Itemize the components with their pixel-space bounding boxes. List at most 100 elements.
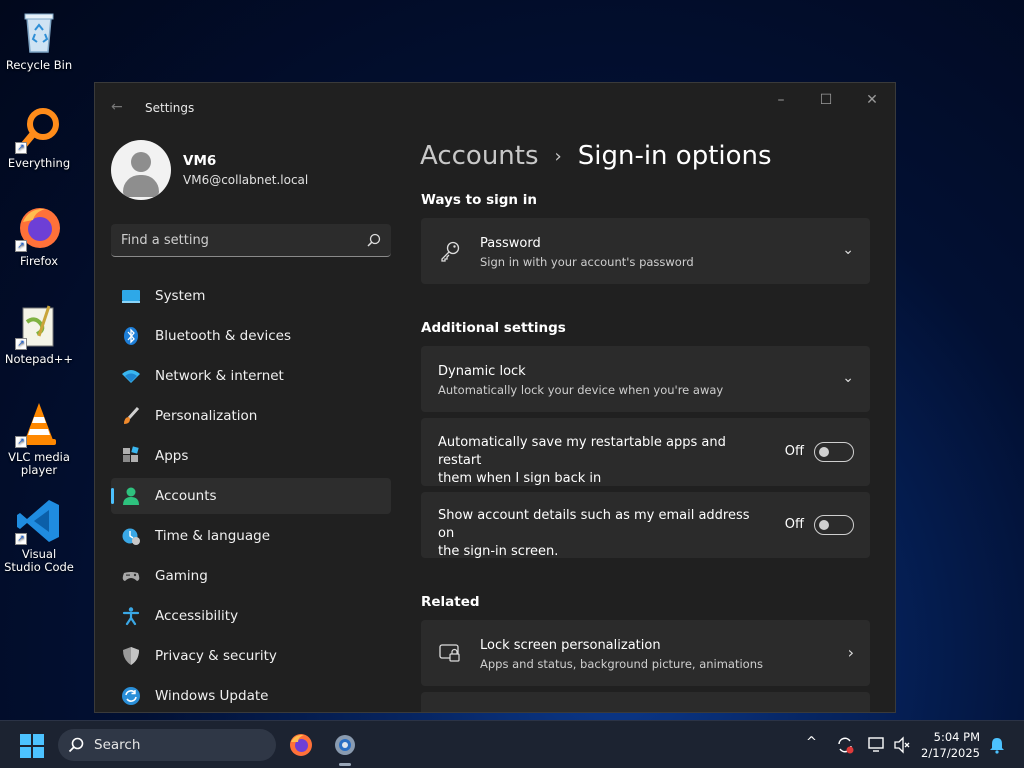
shortcut-arrow-icon: ↗ [15,436,27,448]
back-arrow-icon[interactable]: ← [111,99,123,115]
chevron-down-icon[interactable]: ⌄ [842,242,854,258]
sidebar-item-time-language[interactable]: Time & language [111,518,391,554]
sidebar-nav: System Bluetooth & devices Network & int… [111,278,391,712]
brush-icon [124,406,140,424]
clock[interactable]: 5:04 PM 2/17/2025 [921,729,980,761]
shortcut-arrow-icon: ↗ [15,533,27,545]
shortcut-arrow-icon: ↗ [15,240,27,252]
section-ways-to-sign-in: Ways to sign in [421,192,537,208]
account-details-toggle[interactable] [814,515,854,535]
sidebar-item-gaming[interactable]: Gaming [111,558,391,594]
search-input[interactable] [121,232,341,248]
title-bar: ← Settings – ☐ ✕ [95,83,895,131]
update-icon [122,687,140,705]
sidebar-item-bluetooth[interactable]: Bluetooth & devices [111,318,391,354]
clock-icon [122,528,140,545]
network-icon [122,370,140,383]
avatar [111,140,171,200]
system-icon [122,290,140,303]
vlc-cone-icon: ↗ [15,400,63,448]
desktop-icon-vscode[interactable]: ↗ Visual Studio Code [2,497,76,574]
desktop-icon-everything[interactable]: ↗ Everything [2,106,76,170]
windows-start-icon[interactable] [20,734,44,758]
desktop-icon-label: Recycle Bin [5,58,73,72]
sidebar-item-windows-update[interactable]: Windows Update [111,678,391,712]
minimize-button[interactable]: – [766,91,796,109]
sidebar-item-label: Privacy & security [155,648,277,664]
password-card[interactable]: Password Sign in with your account's pas… [421,218,870,284]
firefox-icon: ↗ [15,204,63,252]
sidebar-item-privacy-security[interactable]: Privacy & security [111,638,391,674]
search-icon [68,737,84,753]
search-icon [367,233,381,247]
shortcut-arrow-icon: ↗ [15,338,27,350]
desktop-icon-label: Visual Studio Code [4,547,74,574]
sidebar-item-accessibility[interactable]: Accessibility [111,598,391,634]
section-related: Related [421,594,480,610]
sidebar-item-label: Accessibility [155,608,239,624]
desktop-icon-firefox[interactable]: ↗ Firefox [2,204,76,268]
notification-bell-icon[interactable] [988,736,1006,754]
app-title: Settings [145,101,195,115]
restart-apps-state: Off [784,444,804,459]
chevron-down-icon[interactable]: ⌄ [842,370,854,386]
close-button[interactable]: ✕ [857,91,887,109]
page-title: Sign-in options [577,141,772,171]
sync-icon[interactable] [836,736,854,754]
taskbar-search[interactable]: Search [58,729,276,761]
maximize-button[interactable]: ☐ [811,91,841,109]
breadcrumb-accounts[interactable]: Accounts [420,141,539,171]
desktop-icon-notepadpp[interactable]: ↗ Notepad++ [2,302,76,366]
account-details-label: Show account details such as my email ad… [438,507,768,561]
sidebar-item-label: Network & internet [155,368,284,384]
sidebar-item-system[interactable]: System [111,278,391,314]
profile-name: VM6 [183,153,217,169]
sidebar-item-apps[interactable]: Apps [111,438,391,474]
sidebar-item-label: Windows Update [155,688,269,704]
password-subtitle: Sign in with your account's password [480,255,694,269]
chevron-right-icon[interactable]: › [848,643,854,662]
lock-screen-icon [439,644,460,662]
account-details-line2: the sign-in screen. [438,544,559,559]
sidebar-item-label: System [155,288,206,304]
dynamic-lock-title: Dynamic lock [438,364,526,379]
restart-apps-toggle[interactable] [814,442,854,462]
user-profile[interactable]: VM6 VM6@collabnet.local [111,140,308,200]
bluetooth-icon [124,327,138,345]
key-icon [441,241,460,262]
firefox-taskbar-icon[interactable] [289,733,313,757]
desktop-icon-label: Everything [7,156,71,170]
accessibility-icon [122,607,140,626]
sidebar-item-accounts[interactable]: Accounts [111,478,391,514]
clock-date: 2/17/2025 [921,746,980,760]
everything-search-icon: ↗ [15,106,63,154]
find-setting-search[interactable] [111,224,391,257]
restart-apps-card: Automatically save my restartable apps a… [421,418,870,486]
chevron-up-icon[interactable]: ^ [806,735,817,750]
speaker-muted-icon[interactable] [893,736,911,754]
lock-screen-card[interactable]: Lock screen personalization Apps and sta… [421,620,870,686]
password-title: Password [480,236,541,251]
account-details-card: Show account details such as my email ad… [421,492,870,561]
sidebar-item-label: Personalization [155,408,258,424]
notepadpp-icon: ↗ [15,302,63,350]
settings-gear-icon[interactable] [333,733,357,757]
network-monitor-icon[interactable] [867,736,885,754]
desktop-icon-vlc[interactable]: ↗ VLC media player [2,400,76,477]
lock-screen-title: Lock screen personalization [480,638,661,653]
restart-apps-line2: them when I sign back in [438,471,602,486]
next-related-card[interactable] [421,692,870,712]
dynamic-lock-subtitle: Automatically lock your device when you'… [438,383,724,397]
account-details-state: Off [784,517,804,532]
restart-apps-label: Automatically save my restartable apps a… [438,434,768,488]
sidebar-item-personalization[interactable]: Personalization [111,398,391,434]
sidebar-item-network[interactable]: Network & internet [111,358,391,394]
dynamic-lock-card[interactable]: Dynamic lock Automatically lock your dev… [421,346,870,412]
clock-time: 5:04 PM [933,730,980,744]
profile-email: VM6@collabnet.local [183,173,309,187]
desktop-icon-recycle-bin[interactable]: Recycle Bin [2,8,76,72]
shield-icon [123,647,139,665]
desktop-icon-label: Firefox [19,254,59,268]
shortcut-arrow-icon: ↗ [15,142,27,154]
taskbar-search-label: Search [94,737,141,753]
